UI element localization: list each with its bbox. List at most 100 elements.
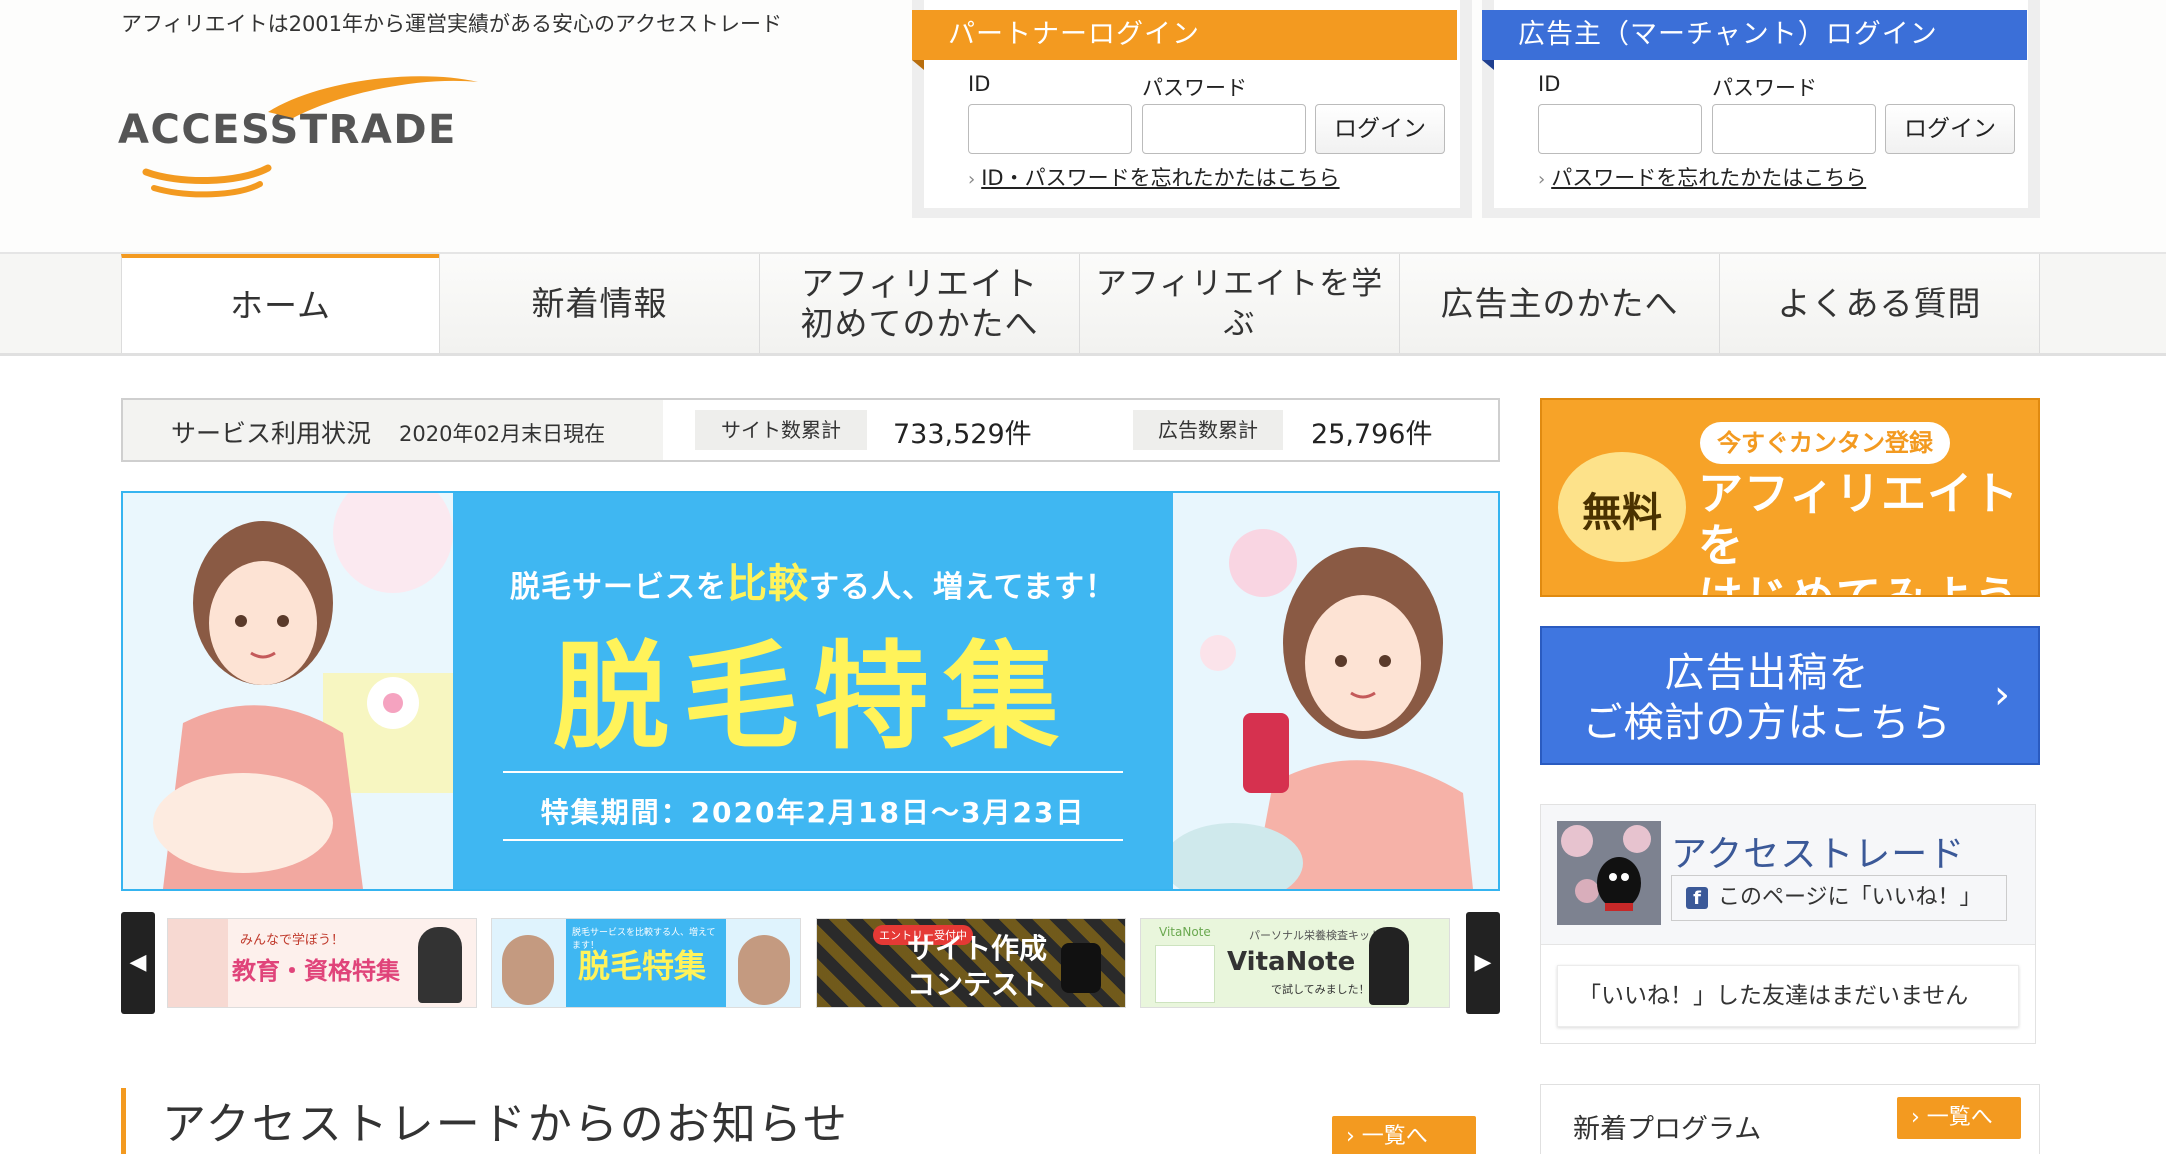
thumb-photo	[168, 919, 228, 1007]
new-programs-more-button[interactable]: › 一覧へ	[1897, 1097, 2021, 1139]
ribbon-fold	[912, 60, 924, 70]
partner-id-label: ID	[968, 72, 991, 96]
partner-password-input[interactable]	[1142, 104, 1306, 154]
thumb-person	[418, 927, 462, 1003]
banner-illustration-right	[1163, 493, 1498, 889]
stats-title: サービス利用状況	[171, 419, 372, 448]
thumb1-title: 教育・資格特集	[232, 957, 400, 985]
fb-widget-header: アクセストレード f このページに「いいね！」	[1541, 805, 2035, 945]
thumb4-brand: VitaNote	[1159, 925, 1211, 939]
hero-banner[interactable]: 脱毛サービスを比較する人、増えてます！ 脱毛特集 特集期間：2020年2月18日…	[121, 491, 1500, 891]
chevron-right-icon: ›	[1911, 1105, 1927, 1130]
new-programs-title: 新着プログラム	[1573, 1114, 1762, 1145]
nav-beginner-label: アフィリエイト 初めてのかたへ	[801, 264, 1039, 344]
accesstrade-logo[interactable]: ACCESSTRADE	[118, 60, 508, 200]
merchant-forgot-link[interactable]: › パスワードを忘れたかたはこちら	[1538, 162, 1866, 192]
thumb-person	[502, 935, 554, 1005]
service-stats-bar: サービス利用状況 2020年02月末日現在 サイト数累計 733,529件 広告…	[121, 398, 1500, 462]
thumb1-small: みんなで学ぼう！	[240, 933, 345, 948]
partner-id-input[interactable]	[968, 104, 1132, 154]
ribbon-fold	[1482, 60, 1494, 70]
cat-mascot-icon	[1061, 943, 1101, 993]
nav-beginner-line1: アフィリエイト	[800, 263, 1039, 303]
news-more-label: 一覧へ	[1361, 1124, 1428, 1149]
signup-pill: 今すぐカンタン登録	[1700, 422, 1950, 464]
merchant-login-title: 広告主（マーチャント）ログイン	[1482, 10, 2027, 60]
nav-faq[interactable]: よくある質問	[1719, 254, 2040, 353]
nav-beginner-line2: 初めてのかたへ	[800, 303, 1039, 343]
merchant-login-panel: ID パスワード ログイン › パスワードを忘れたかたはこちら 広告主（マーチャン…	[1482, 0, 2040, 218]
thumb-education[interactable]: みんなで学ぼう！ 教育・資格特集	[167, 918, 477, 1008]
global-nav: ホーム 新着情報 アフィリエイト 初めてのかたへ アフィリエイトを学ぶ 広告主の…	[0, 252, 2166, 356]
banner-subtitle-big: 比較	[727, 561, 809, 607]
new-programs-more-label: 一覧へ	[1926, 1105, 1993, 1130]
fb-friends-note: 「いいね！」した友達はまだいません	[1557, 965, 2019, 1027]
partner-login-button[interactable]: ログイン	[1315, 104, 1445, 154]
thumb-product	[1155, 945, 1215, 1003]
news-more-button[interactable]: › 一覧へ	[1332, 1116, 1476, 1154]
banner-divider	[503, 839, 1123, 841]
banner-subtitle-pre: 脱毛サービスを	[510, 570, 727, 605]
thumb-contest[interactable]: エントリー受付中 サイト作成 コンテスト	[816, 918, 1126, 1008]
nav-advertiser[interactable]: 広告主のかたへ	[1399, 254, 1719, 353]
sites-value: 733,529件	[893, 419, 1032, 450]
fb-page-avatar[interactable]	[1557, 821, 1661, 925]
partner-login-panel: ID パスワード ログイン › ID・パスワードを忘れたかたはこちら パートナーロ…	[912, 0, 1472, 218]
triangle-right-icon: ▶	[1474, 950, 1492, 975]
nav-news[interactable]: 新着情報	[439, 254, 759, 353]
signup-line1: アフィリエイトを	[1698, 467, 2020, 572]
chevron-right-icon: ›	[1538, 169, 1546, 190]
carousel-prev-button[interactable]: ◀	[121, 912, 155, 1014]
signup-line2: はじめてみよう	[1698, 572, 2038, 596]
merchant-password-label: パスワード	[1712, 76, 1817, 100]
advertiser-line2: ご検討の方はこちら	[1582, 700, 1952, 746]
fb-like-button[interactable]: f このページに「いいね！」	[1671, 875, 2007, 921]
banner-subtitle-post: する人、増えてます！	[809, 570, 1116, 605]
stats-date: 2020年02月末日現在	[399, 422, 606, 446]
triangle-left-icon: ◀	[129, 950, 147, 975]
nav-learn[interactable]: アフィリエイトを学ぶ	[1079, 254, 1399, 353]
news-section-title: アクセストレードからのお知らせ	[121, 1088, 849, 1154]
signup-text: アフィリエイトを はじめてみよう	[1698, 467, 2038, 596]
thumb-vitanote[interactable]: VitaNote パーソナル栄養検査キット VitaNote で試してみました！	[1140, 918, 1450, 1008]
thumb4-sub: パーソナル栄養検査キット	[1249, 929, 1381, 942]
nav-home[interactable]: ホーム	[121, 254, 439, 353]
partner-forgot-link[interactable]: › ID・パスワードを忘れたかたはこちら	[968, 162, 1340, 192]
site-header: アフィリエイトは2001年から運営実績がある安心のアクセストレード ACCESS…	[0, 0, 2166, 252]
merchant-login-button[interactable]: ログイン	[1885, 104, 2015, 154]
fb-like-label: このページに「いいね！」	[1718, 885, 1982, 910]
advertiser-inquiry-banner[interactable]: 広告出稿を ご検討の方はこちら ›	[1540, 626, 2040, 765]
advertiser-text: 広告出稿を ご検討の方はこちら	[1542, 648, 1992, 748]
banner-illustration-left	[123, 493, 463, 889]
chevron-right-icon: ›	[1994, 672, 2010, 718]
cat-mascot-photo	[1557, 821, 1661, 925]
nav-beginner[interactable]: アフィリエイト 初めてのかたへ	[759, 254, 1079, 353]
partner-password-label: パスワード	[1142, 76, 1247, 100]
merchant-id-input[interactable]	[1538, 104, 1702, 154]
fb-page-name[interactable]: アクセストレード	[1671, 825, 1965, 877]
affiliate-signup-banner[interactable]: 無料 今すぐカンタン登録 アフィリエイトを はじめてみよう	[1540, 398, 2040, 597]
chevron-right-icon: ›	[968, 169, 976, 190]
thumb2-title: 脱毛特集	[578, 947, 707, 985]
thumb4-text: で試してみました！	[1271, 983, 1370, 996]
partner-forgot-text[interactable]: ID・パスワードを忘れたかたはこちら	[981, 166, 1339, 190]
woman-sitting-illustration	[153, 493, 463, 889]
signup-free-label: 無料	[1582, 490, 1662, 536]
banner-subtitle: 脱毛サービスを比較する人、増えてます！	[453, 551, 1173, 609]
merchant-password-input[interactable]	[1712, 104, 1876, 154]
new-programs-panel: 新着プログラム › 一覧へ	[1540, 1084, 2040, 1154]
merchant-id-label: ID	[1538, 72, 1561, 96]
thumb3-title1: サイト作成	[907, 932, 1048, 965]
thumb-person	[738, 935, 790, 1005]
woman-phone-illustration	[1163, 529, 1473, 889]
banner-divider	[503, 771, 1123, 773]
facebook-icon: f	[1686, 887, 1708, 909]
site-tagline: アフィリエイトは2001年から運営実績がある安心のアクセストレード	[121, 12, 782, 36]
banner-center: 脱毛サービスを比較する人、増えてます！ 脱毛特集 特集期間：2020年2月18日…	[453, 493, 1173, 889]
chevron-right-icon: ›	[1346, 1124, 1362, 1149]
thumb-datsumo[interactable]: 脱毛サービスを比較する人、増えてます！ 脱毛特集	[491, 918, 801, 1008]
sites-label: サイト数累計	[695, 410, 867, 450]
stats-header: サービス利用状況 2020年02月末日現在	[123, 400, 663, 460]
carousel-next-button[interactable]: ▶	[1466, 912, 1500, 1014]
merchant-forgot-text[interactable]: パスワードを忘れたかたはこちら	[1551, 166, 1866, 190]
